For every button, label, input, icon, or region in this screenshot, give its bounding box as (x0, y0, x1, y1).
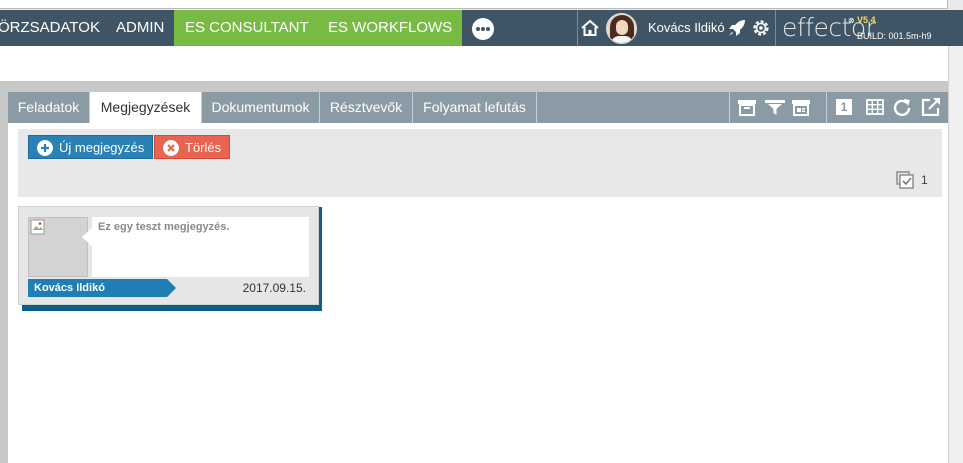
version-label: V5.4 (857, 15, 876, 25)
broken-image-icon (30, 219, 45, 235)
tab-megjegyzesek[interactable]: Megjegyzések (90, 92, 201, 123)
card-view-icon[interactable] (791, 98, 811, 116)
logo-mark: ⊗ (848, 16, 855, 25)
home-icon[interactable] (580, 19, 600, 37)
user-name[interactable]: Kovács Ildikó (648, 10, 725, 46)
top-navigation: ÖRZSADATOK ADMIN ES CONSULTANT ES WORKFL… (0, 10, 963, 46)
rocket-icon[interactable] (728, 19, 746, 37)
note-author: Kovács Ildikó (28, 279, 176, 297)
nav-item-torzsadatok[interactable]: ÖRZSADATOK (0, 10, 100, 46)
selected-count-icon (896, 171, 914, 189)
gear-icon[interactable] (751, 18, 771, 38)
new-note-label: Új megjegyzés (59, 140, 145, 155)
address-bar-edge (0, 0, 948, 9)
browser-top-strip (0, 0, 963, 10)
nav-item-es-consultant[interactable]: ES CONSULTANT (185, 10, 309, 46)
tab-dokumentumok[interactable]: Dokumentumok (201, 92, 320, 123)
nav-item-es-workflows[interactable]: ES WORKFLOWS (328, 10, 452, 46)
note-text: Ez egy teszt megjegyzés. (98, 221, 230, 233)
filter-icon[interactable] (765, 98, 785, 116)
refresh-icon[interactable] (892, 98, 912, 116)
header-spacer (0, 46, 963, 81)
tab-feladatok[interactable]: Feladatok (8, 92, 90, 123)
scrollbar[interactable] (948, 46, 963, 463)
archive-icon[interactable] (737, 98, 757, 116)
note-card[interactable]: Ez egy teszt megjegyzés. Kovács Ildikó 2… (18, 206, 319, 305)
nav-divider (577, 10, 578, 46)
grid-view-icon[interactable] (865, 98, 885, 116)
external-link-icon[interactable] (921, 98, 941, 116)
nav-item-admin[interactable]: ADMIN (116, 10, 164, 46)
selected-count: 1 (921, 173, 928, 187)
close-icon (163, 140, 179, 156)
more-icon[interactable] (472, 18, 494, 40)
delete-label: Törlés (185, 140, 222, 155)
action-panel: Új megjegyzés Törlés 1 (18, 129, 942, 197)
tab-folyamat-lefutas[interactable]: Folyamat lefutás (413, 92, 537, 123)
note-date: 2017.09.15. (242, 281, 306, 295)
new-note-button[interactable]: Új megjegyzés (28, 135, 154, 159)
tab-resztvevok[interactable]: Résztvevők (320, 92, 413, 123)
author-thumbnail (28, 217, 88, 277)
plus-icon (37, 140, 53, 156)
single-view-icon[interactable]: 1 (836, 99, 852, 115)
main-content: Feladatok Megjegyzések Dokumentumok Rész… (8, 92, 948, 463)
delete-button[interactable]: Törlés (154, 135, 231, 159)
nav-divider (775, 10, 776, 46)
tab-bar: Feladatok Megjegyzések Dokumentumok Rész… (8, 92, 948, 123)
avatar[interactable] (606, 13, 637, 44)
build-label: BUILD: 001.5m-h9 (857, 31, 932, 41)
